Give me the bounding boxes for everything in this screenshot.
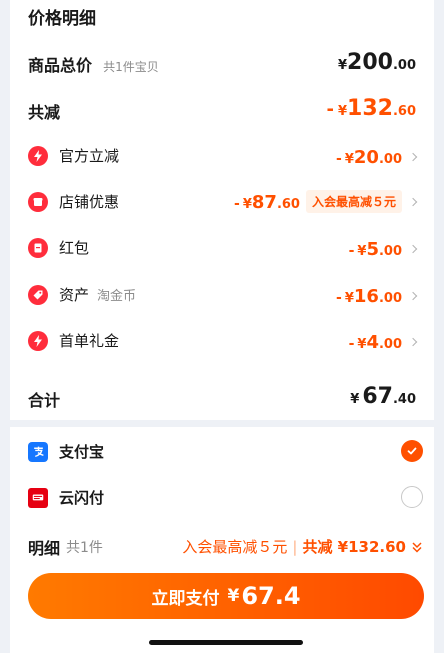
detail-summary[interactable]: 明细 共1件 [28, 535, 103, 559]
separator: | [292, 537, 298, 556]
detail-count: 共1件 [66, 540, 103, 556]
goods-count-note: 共1件宝贝 [103, 60, 159, 74]
unionpay-icon [28, 487, 48, 508]
goods-total-row: 商品总价 共1件宝贝 [28, 52, 159, 76]
page-title: 价格明细 [28, 9, 96, 29]
pay-button-label: 立即支付 [151, 588, 220, 609]
pay-now-button[interactable]: 立即支付 ¥ 67.4 [28, 573, 424, 619]
detail-discount-summary[interactable]: 入会最高减５元 | 共减 ¥132.60 [182, 536, 424, 557]
discount-item-shop-price[interactable]: - ¥87.60 入会最高减５元 [234, 190, 418, 213]
goods-total-label: 商品总价 [28, 56, 93, 75]
total-discount-label: 共减 [28, 103, 61, 122]
discount-item-red-packet[interactable]: 红包 [28, 237, 89, 258]
total-discount-price: - ¥132.60 [326, 96, 417, 121]
discount-item-shop[interactable]: 店铺优惠 [28, 191, 119, 212]
payment-option-unionpay[interactable]: 云闪付 [28, 487, 104, 508]
radio-unchecked-unionpay[interactable] [401, 486, 423, 508]
chevron-right-icon [408, 337, 418, 347]
discount-item-red-packet-price[interactable]: - ¥5.00 [349, 239, 418, 260]
goods-total-price: ¥200.00 [337, 50, 416, 75]
red-packet-icon [28, 237, 48, 258]
detail-discount-amount: 共减 ¥132.60 [302, 538, 406, 556]
home-indicator[interactable] [149, 640, 303, 645]
lightning-icon [28, 145, 48, 166]
shop-icon [28, 191, 48, 212]
member-promo-text: 入会最高减５元 [182, 538, 288, 556]
check-icon [407, 447, 417, 455]
discount-item-official-price[interactable]: - ¥20.00 [336, 147, 418, 168]
discount-item-label: 官方立减 [59, 147, 120, 165]
chevron-right-icon [408, 244, 418, 254]
payment-option-alipay[interactable]: 支付宝 [28, 441, 104, 462]
payment-card: 支付宝 云闪付 明细 共1件 入会最高减５元 | 共减 ¥132.60 立即支付… [10, 427, 434, 653]
discount-item-label: 资产 [59, 286, 90, 304]
discount-item-first-order-price[interactable]: - ¥4.00 [349, 332, 418, 353]
chevron-right-icon [408, 291, 418, 301]
sum-price: ¥67.40 [350, 384, 416, 409]
double-chevron-down-icon [412, 541, 422, 553]
pay-button-currency: ¥ [227, 586, 240, 606]
payment-label: 支付宝 [59, 443, 105, 461]
alipay-icon [28, 441, 48, 462]
taojinbi-note: 淘金币 [97, 289, 137, 304]
discount-item-official[interactable]: 官方立减 [28, 145, 119, 166]
lightning-icon [28, 330, 48, 351]
pay-button-amount: 67.4 [241, 582, 301, 610]
sum-label: 合计 [28, 391, 61, 410]
discount-item-assets[interactable]: 资产 淘金币 [28, 284, 136, 305]
tag-icon [28, 284, 48, 305]
discount-item-assets-price[interactable]: - ¥16.00 [336, 286, 418, 307]
discount-item-first-order[interactable]: 首单礼金 [28, 330, 119, 351]
discount-item-label: 红包 [59, 239, 90, 257]
radio-checked-alipay[interactable] [401, 440, 423, 462]
discount-item-label: 首单礼金 [59, 332, 120, 350]
chevron-right-icon [408, 197, 418, 207]
member-promo-badge: 入会最高减５元 [305, 190, 402, 213]
payment-label: 云闪付 [59, 489, 105, 507]
chevron-right-icon [408, 152, 418, 162]
price-detail-card: 价格明细 商品总价 共1件宝贝 ¥200.00 共减 - ¥132.60 官方立减… [10, 0, 434, 420]
discount-item-label: 店铺优惠 [59, 193, 120, 211]
detail-label: 明细 [28, 539, 61, 558]
